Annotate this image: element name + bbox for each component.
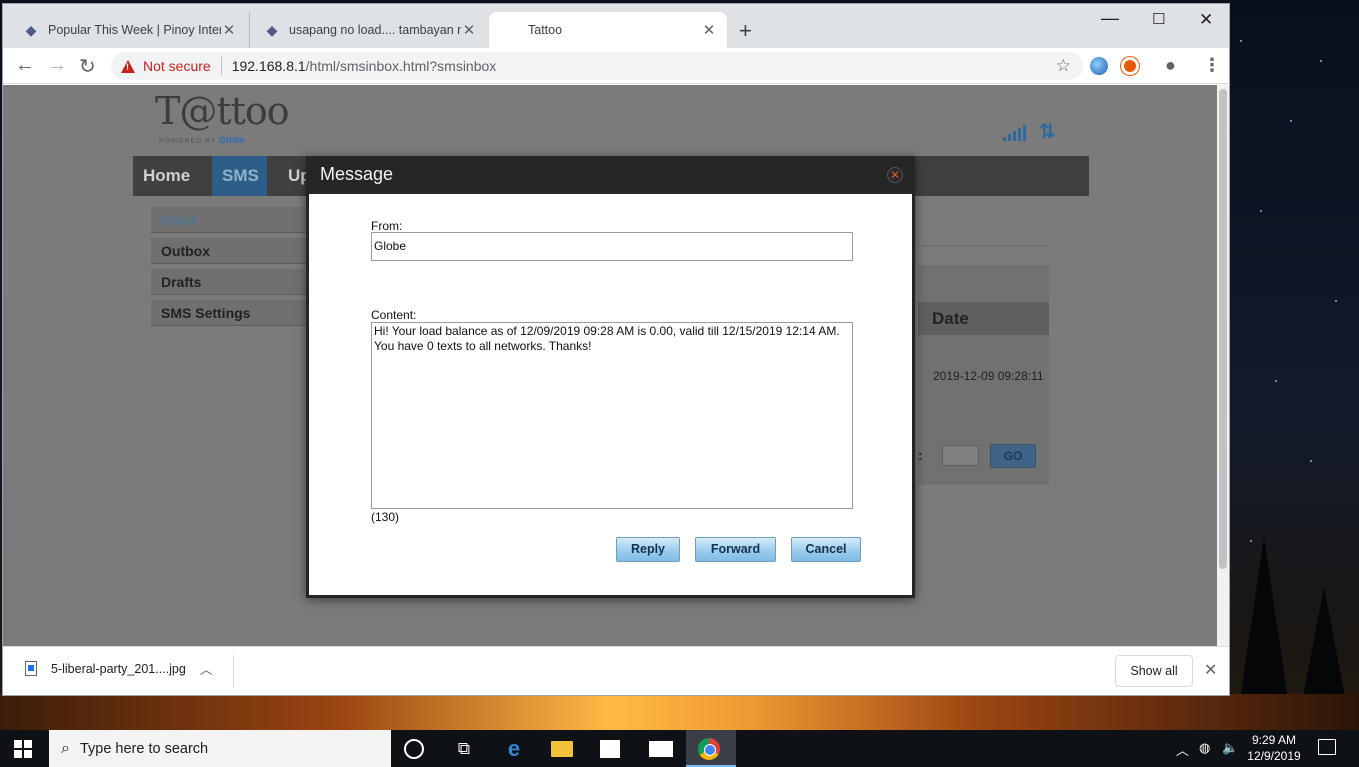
extension-orange-icon[interactable] xyxy=(1121,57,1139,75)
dialog-close-icon[interactable]: ✕ xyxy=(887,167,903,183)
nav-home[interactable]: Home xyxy=(133,156,200,196)
windows-start-icon[interactable] xyxy=(14,740,32,758)
site-cube-icon: ◆ xyxy=(266,21,278,38)
kebab-menu-icon[interactable]: ⋮ xyxy=(1203,55,1221,76)
system-clock[interactable]: 9:29 AM 12/9/2019 xyxy=(1246,732,1302,764)
network-globe-icon[interactable]: ◍ xyxy=(1199,740,1210,756)
minimize-button[interactable]: — xyxy=(1101,8,1119,29)
show-all-button[interactable]: Show all xyxy=(1115,655,1193,687)
cortana-icon[interactable] xyxy=(404,739,424,759)
url-text: 192.168.8.1/html/smsinbox.html?smsinbox xyxy=(232,58,497,74)
tab-title: usapang no load.... tambayan ng xyxy=(289,23,461,37)
clock-date: 12/9/2019 xyxy=(1247,749,1301,763)
character-count: (130) xyxy=(371,510,400,524)
tab-close-icon[interactable]: ✕ xyxy=(221,21,237,39)
image-file-icon xyxy=(25,661,37,676)
url-host: 192.168.8.1 xyxy=(231,58,306,74)
menu-outbox[interactable]: Outbox xyxy=(151,238,311,264)
tray-chevron-up-icon[interactable]: ︿ xyxy=(1176,740,1189,759)
site-cube-icon: ◆ xyxy=(25,21,37,38)
menu-sms-settings[interactable]: SMS Settings xyxy=(151,300,311,326)
forward-arrow-icon[interactable]: → xyxy=(47,54,67,77)
data-transfer-icon: ⇅ xyxy=(1039,121,1056,143)
content-textarea[interactable]: Hi! Your load balance as of 12/09/2019 0… xyxy=(371,322,853,509)
tab-title: Popular This Week | Pinoy Interne xyxy=(48,23,221,37)
message-date: 2019-12-09 09:28:11 xyxy=(933,369,1044,383)
reload-icon[interactable]: ↻ xyxy=(79,54,96,79)
download-file-name: 5-liberal-party_201....jpg xyxy=(51,661,186,676)
scrollbar-thumb[interactable] xyxy=(1219,89,1227,569)
store-icon[interactable] xyxy=(600,740,620,758)
chevron-up-icon[interactable]: ︿ xyxy=(200,659,213,678)
bookmark-star-icon[interactable]: ☆ xyxy=(1056,56,1071,76)
dialog-header: Message ✕ xyxy=(306,156,915,194)
warning-triangle-icon xyxy=(121,59,135,73)
dialog-title: Message xyxy=(320,164,394,184)
tab-close-icon[interactable]: ✕ xyxy=(461,21,477,39)
signal-strength-icon xyxy=(1003,125,1026,141)
reply-button[interactable]: Reply xyxy=(616,537,680,562)
close-download-bar-icon[interactable]: ✕ xyxy=(1204,660,1217,680)
from-field[interactable]: Globe xyxy=(371,232,853,261)
from-label: From: xyxy=(371,219,403,233)
windows-taskbar: ⌕ Type here to search ⧉ e ︿ ◍ 🔈 9:29 AM … xyxy=(0,730,1359,767)
edge-browser-icon[interactable]: e xyxy=(502,737,526,761)
tab-tattoo[interactable]: Tattoo ✕ xyxy=(489,12,727,48)
tab-usapang-no-load[interactable]: ◆ usapang no load.... tambayan ng ✕ xyxy=(249,12,487,48)
tab-popular-this-week[interactable]: ◆ Popular This Week | Pinoy Interne ✕ xyxy=(9,12,247,48)
tab-title: Tattoo xyxy=(528,23,563,37)
message-dialog: Message ✕ From: Globe Content: Hi! Your … xyxy=(306,156,915,598)
forward-button[interactable]: Forward xyxy=(695,537,776,562)
nav-sms[interactable]: SMS xyxy=(212,156,267,196)
back-arrow-icon[interactable]: ← xyxy=(15,54,35,77)
campfire-scene xyxy=(0,694,1359,730)
address-bar[interactable]: Not secure 192.168.8.1/html/smsinbox.htm… xyxy=(111,52,1083,80)
tattoo-logo: T@ttoo xyxy=(155,89,290,133)
go-button[interactable]: GO xyxy=(990,444,1036,468)
tab-close-icon[interactable]: ✕ xyxy=(701,21,717,39)
tab-strip: ◆ Popular This Week | Pinoy Interne ✕ ◆ … xyxy=(3,4,1229,48)
search-icon: ⌕ xyxy=(61,739,70,757)
file-explorer-icon[interactable] xyxy=(551,741,573,757)
page-scrollbar[interactable] xyxy=(1217,85,1229,646)
powered-by-globe: POWERED BY Globe xyxy=(159,135,245,145)
taskbar-search-box[interactable]: ⌕ Type here to search xyxy=(49,730,391,767)
notification-center-icon[interactable] xyxy=(1318,739,1336,755)
close-window-button[interactable]: ✕ xyxy=(1199,10,1213,30)
menu-drafts[interactable]: Drafts xyxy=(151,269,311,295)
maximize-button[interactable]: ☐ xyxy=(1152,10,1165,28)
sms-side-menu: Inbox Outbox Drafts SMS Settings xyxy=(151,207,311,331)
extension-globe-icon[interactable] xyxy=(1090,57,1108,75)
task-view-icon[interactable]: ⧉ xyxy=(452,737,476,761)
account-icon[interactable]: ● xyxy=(1165,55,1176,76)
download-bar: 5-liberal-party_201....jpg ︿ Show all ✕ xyxy=(3,646,1229,695)
volume-icon[interactable]: 🔈 xyxy=(1222,740,1238,756)
clock-time: 9:29 AM xyxy=(1251,733,1297,747)
not-secure-label[interactable]: Not secure xyxy=(143,58,211,74)
pager-colon: : xyxy=(918,447,923,463)
date-column-header[interactable]: Date xyxy=(918,302,1049,335)
search-placeholder: Type here to search xyxy=(79,740,209,757)
browser-toolbar: ← → ↻ Not secure 192.168.8.1/html/smsinb… xyxy=(3,48,1229,84)
new-tab-button[interactable]: + xyxy=(739,18,752,44)
content-label: Content: xyxy=(371,308,417,322)
url-path: /html/smsinbox.html?smsinbox xyxy=(305,58,497,74)
menu-inbox[interactable]: Inbox xyxy=(151,207,311,233)
cancel-button[interactable]: Cancel xyxy=(791,537,861,562)
inbox-table: Date 2019-12-09 09:28:11 : GO xyxy=(918,265,1049,485)
mail-icon[interactable] xyxy=(649,741,673,757)
page-number-input[interactable] xyxy=(942,445,979,466)
download-item[interactable]: 5-liberal-party_201....jpg ︿ xyxy=(25,659,213,678)
chrome-icon[interactable] xyxy=(698,738,720,760)
